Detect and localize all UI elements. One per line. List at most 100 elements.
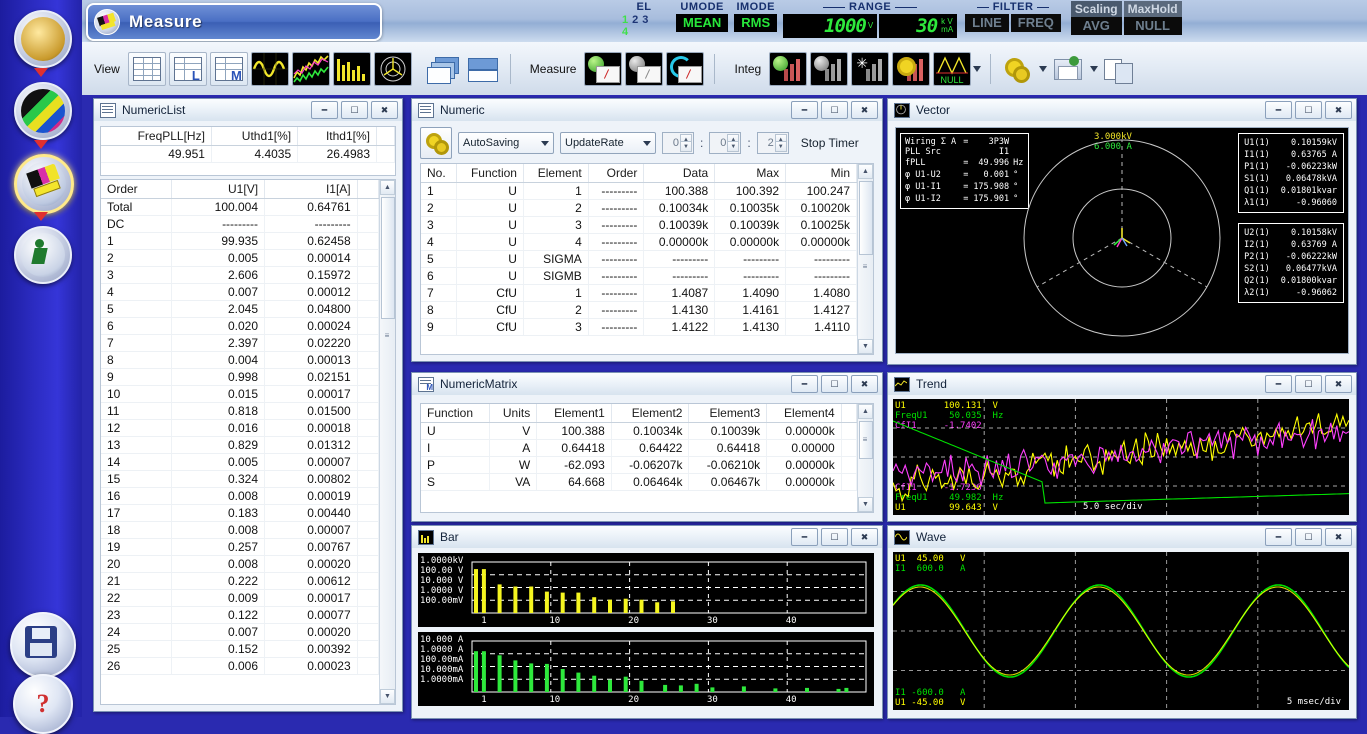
numeric-scroll-thumb[interactable] (859, 181, 873, 255)
table-row[interactable]: 200.0080.00020 (101, 556, 379, 573)
table-row[interactable]: 140.0050.00007 (101, 454, 379, 471)
bar-maximize-button[interactable]: ☐ (821, 528, 848, 546)
wave-minimize-button[interactable]: ━ (1265, 528, 1292, 546)
vector-maximize-button[interactable]: ☐ (1295, 101, 1322, 119)
table-row[interactable]: SVA64.6680.06464k0.06467k0.00000k (421, 474, 857, 491)
bar-title-bar[interactable]: Bar ━ ☐ ✖ (412, 526, 882, 549)
el-item-1[interactable]: 1 (622, 14, 628, 26)
numeric-minimize-button[interactable]: ━ (791, 101, 818, 119)
table-row[interactable]: DC------------------ (101, 216, 379, 233)
table-row[interactable]: 60.0200.00024 (101, 318, 379, 335)
table-row[interactable]: 6USIGMB---------------------------------… (421, 268, 857, 285)
cascade-windows-icon[interactable] (425, 53, 461, 85)
numeric-matrix-scroll-up-arrow-icon[interactable]: ▲ (858, 404, 873, 419)
numeric-scroll-up-arrow-icon[interactable]: ▲ (858, 164, 873, 179)
table-row[interactable]: 90.9980.02151 (101, 369, 379, 386)
numeric-list-maximize-button[interactable]: ☐ (341, 101, 368, 119)
measure-start-icon[interactable] (584, 52, 622, 86)
numeric-title-bar[interactable]: Numeric ━ ☐ ✖ (412, 99, 882, 122)
timer-hours-stepper[interactable]: 0 ▲ ▼ (662, 132, 694, 154)
numeric-list-minimize-button[interactable]: ━ (311, 101, 338, 119)
vector-close-button[interactable]: ✖ (1325, 101, 1352, 119)
wave-maximize-button[interactable]: ☐ (1295, 528, 1322, 546)
table-row[interactable]: 52.0450.04800 (101, 301, 379, 318)
table-row[interactable]: 199.9350.62458 (101, 233, 379, 250)
table-row[interactable]: 170.1830.00440 (101, 505, 379, 522)
integ-reset-icon[interactable]: ✳ (851, 52, 889, 86)
table-row[interactable]: 100.0150.00017 (101, 386, 379, 403)
table-row[interactable]: 180.0080.00007 (101, 522, 379, 539)
table-row[interactable]: 49.9514.403526.4983 (101, 146, 395, 163)
numeric-matrix-minimize-button[interactable]: ━ (791, 375, 818, 393)
bar-icon[interactable] (333, 52, 371, 86)
bar-close-button[interactable]: ✖ (851, 528, 878, 546)
table-row[interactable]: 5USIGMA---------------------------------… (421, 251, 857, 268)
settings-dropdown-chevron-down-icon[interactable] (1037, 53, 1049, 85)
timer-hours-down-arrow-icon[interactable]: ▼ (680, 141, 692, 152)
table-row[interactable]: PW-62.093-0.06207k-0.06210k0.00000k (421, 457, 857, 474)
numeric-list-scroll-up-arrow-icon[interactable]: ▲ (380, 180, 395, 195)
numeric-list-scroll-down-arrow-icon[interactable]: ▼ (380, 689, 395, 704)
integ-stop-icon[interactable] (810, 52, 848, 86)
table-row[interactable]: 40.0070.00012 (101, 284, 379, 301)
updaterate-select[interactable]: UpdateRate (560, 132, 656, 154)
null-dropdown-chevron-down-icon[interactable] (971, 53, 983, 85)
table-row[interactable]: 4U4---------0.00000k0.00000k0.00000k (421, 234, 857, 251)
numeric-matrix-scrollbar[interactable]: ▲ ≡ ▼ (857, 404, 873, 512)
rail-button-wiring[interactable] (14, 82, 72, 140)
numeric-list-title-bar[interactable]: NumericList ━ ☐ ✖ (94, 99, 402, 122)
el-item-4[interactable]: 4 (622, 26, 628, 38)
table-row[interactable]: 190.2570.00767 (101, 539, 379, 556)
table-row[interactable]: UV100.3880.10034k0.10039k0.00000k (421, 423, 857, 440)
numeric-matrix-m-icon[interactable]: M (210, 52, 248, 86)
timer-seconds-stepper[interactable]: 2 ▲ ▼ (757, 132, 789, 154)
numeric-list-l-icon[interactable]: L (169, 52, 207, 86)
table-row[interactable]: IA0.644180.644220.644180.00000 (421, 440, 857, 457)
numeric-maximize-button[interactable]: ☐ (821, 101, 848, 119)
trend-icon[interactable] (292, 52, 330, 86)
table-row[interactable]: 2U2---------0.10034k0.10035k0.10020k (421, 200, 857, 217)
numeric-scrollbar[interactable]: ▲ ≡ ▼ (857, 164, 873, 354)
table-row[interactable]: 72.3970.02220 (101, 335, 379, 352)
table-row[interactable]: 7CfU1---------1.40871.40901.4080 (421, 285, 857, 302)
wave-title-bar[interactable]: Wave ━ ☐ ✖ (888, 526, 1356, 549)
numeric-matrix-maximize-button[interactable]: ☐ (821, 375, 848, 393)
null-icon[interactable]: NULL (933, 52, 971, 86)
export-icon[interactable] (1100, 53, 1136, 85)
table-row[interactable]: 210.2220.00612 (101, 573, 379, 590)
numeric-list-scrollbar[interactable]: ▲ ≡ ▼ (379, 180, 395, 704)
trend-title-bar[interactable]: Trend ━ ☐ ✖ (888, 373, 1356, 396)
timer-minutes-stepper[interactable]: 0 ▲ ▼ (709, 132, 741, 154)
measure-reset-icon[interactable] (666, 52, 704, 86)
table-row[interactable]: 3U3---------0.10039k0.10039k0.10025k (421, 217, 857, 234)
el-item-2[interactable]: 2 (632, 14, 638, 26)
wave-close-button[interactable]: ✖ (1325, 528, 1352, 546)
numeric-list-scroll-thumb[interactable] (381, 197, 395, 319)
trend-close-button[interactable]: ✖ (1325, 375, 1352, 393)
table-row[interactable]: 80.0040.00013 (101, 352, 379, 369)
table-row[interactable]: 110.8180.01500 (101, 403, 379, 420)
bar-minimize-button[interactable]: ━ (791, 528, 818, 546)
numeric-matrix-close-button[interactable]: ✖ (851, 375, 878, 393)
numeric-close-button[interactable]: ✖ (851, 101, 878, 119)
table-row[interactable]: 230.1220.00077 (101, 607, 379, 624)
save-big-button[interactable] (10, 612, 76, 678)
table-row[interactable]: Total100.0040.64761 (101, 199, 379, 216)
numeric-matrix-title-bar[interactable]: M NumericMatrix ━ ☐ ✖ (412, 373, 882, 396)
measure-stop-icon[interactable] (625, 52, 663, 86)
el-item-3[interactable]: 3 (642, 14, 648, 26)
numeric-matrix-scroll-down-arrow-icon[interactable]: ▼ (858, 497, 873, 512)
vector-minimize-button[interactable]: ━ (1265, 101, 1292, 119)
integ-start-icon[interactable] (769, 52, 807, 86)
stop-timer-button[interactable]: Stop Timer (801, 136, 859, 150)
autosaving-select[interactable]: AutoSaving (458, 132, 554, 154)
numeric-scroll-down-arrow-icon[interactable]: ▼ (858, 339, 873, 354)
numeric-list-icon[interactable] (128, 52, 166, 86)
table-row[interactable]: 220.0090.00017 (101, 590, 379, 607)
table-row[interactable]: 20.0050.00014 (101, 250, 379, 267)
table-row[interactable]: 120.0160.00018 (101, 420, 379, 437)
timer-seconds-down-arrow-icon[interactable]: ▼ (775, 141, 787, 152)
table-row[interactable]: 160.0080.00019 (101, 488, 379, 505)
trend-minimize-button[interactable]: ━ (1265, 375, 1292, 393)
rail-button-measure[interactable] (14, 154, 74, 214)
